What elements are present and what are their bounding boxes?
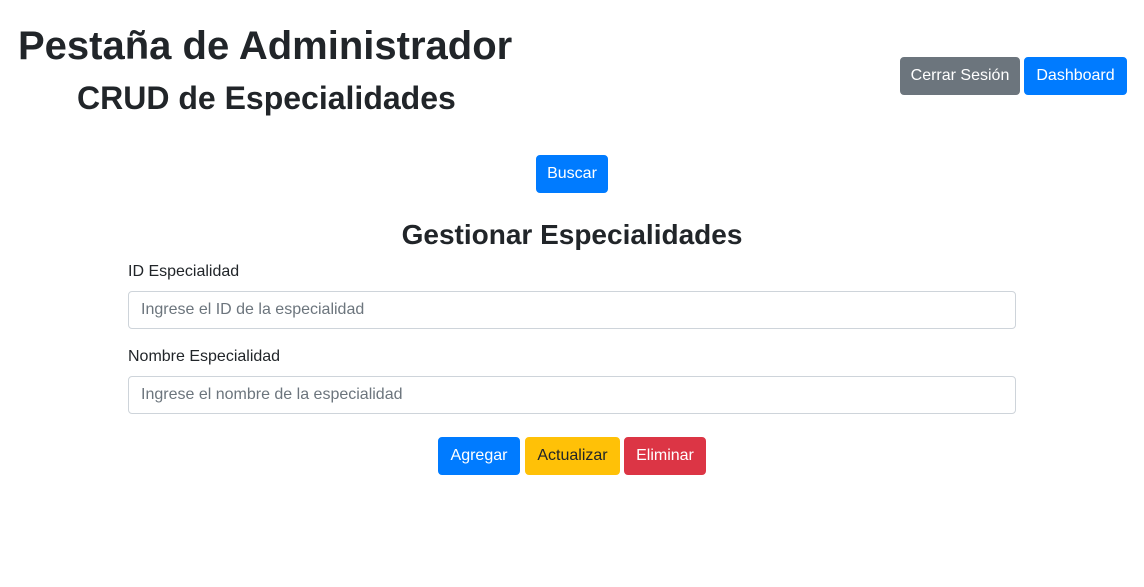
admin-page: Pestaña de Administrador CRUD de Especia… [0, 0, 1144, 587]
id-especialidad-input[interactable] [128, 291, 1016, 329]
search-button[interactable]: Buscar [536, 155, 608, 193]
id-especialidad-label: ID Especialidad [128, 263, 240, 280]
logout-button[interactable]: Cerrar Sesión [900, 57, 1020, 95]
nombre-especialidad-label: Nombre Especialidad [128, 348, 281, 365]
update-button[interactable]: Actualizar [525, 437, 620, 475]
nombre-especialidad-input[interactable] [128, 376, 1016, 414]
form-title: Gestionar Especialidades [401, 219, 743, 250]
page-title: Pestaña de Administrador [18, 24, 513, 68]
delete-button[interactable]: Eliminar [624, 437, 706, 475]
dashboard-button[interactable]: Dashboard [1024, 57, 1127, 95]
page-subtitle: CRUD de Especialidades [77, 80, 456, 116]
add-button[interactable]: Agregar [438, 437, 520, 475]
